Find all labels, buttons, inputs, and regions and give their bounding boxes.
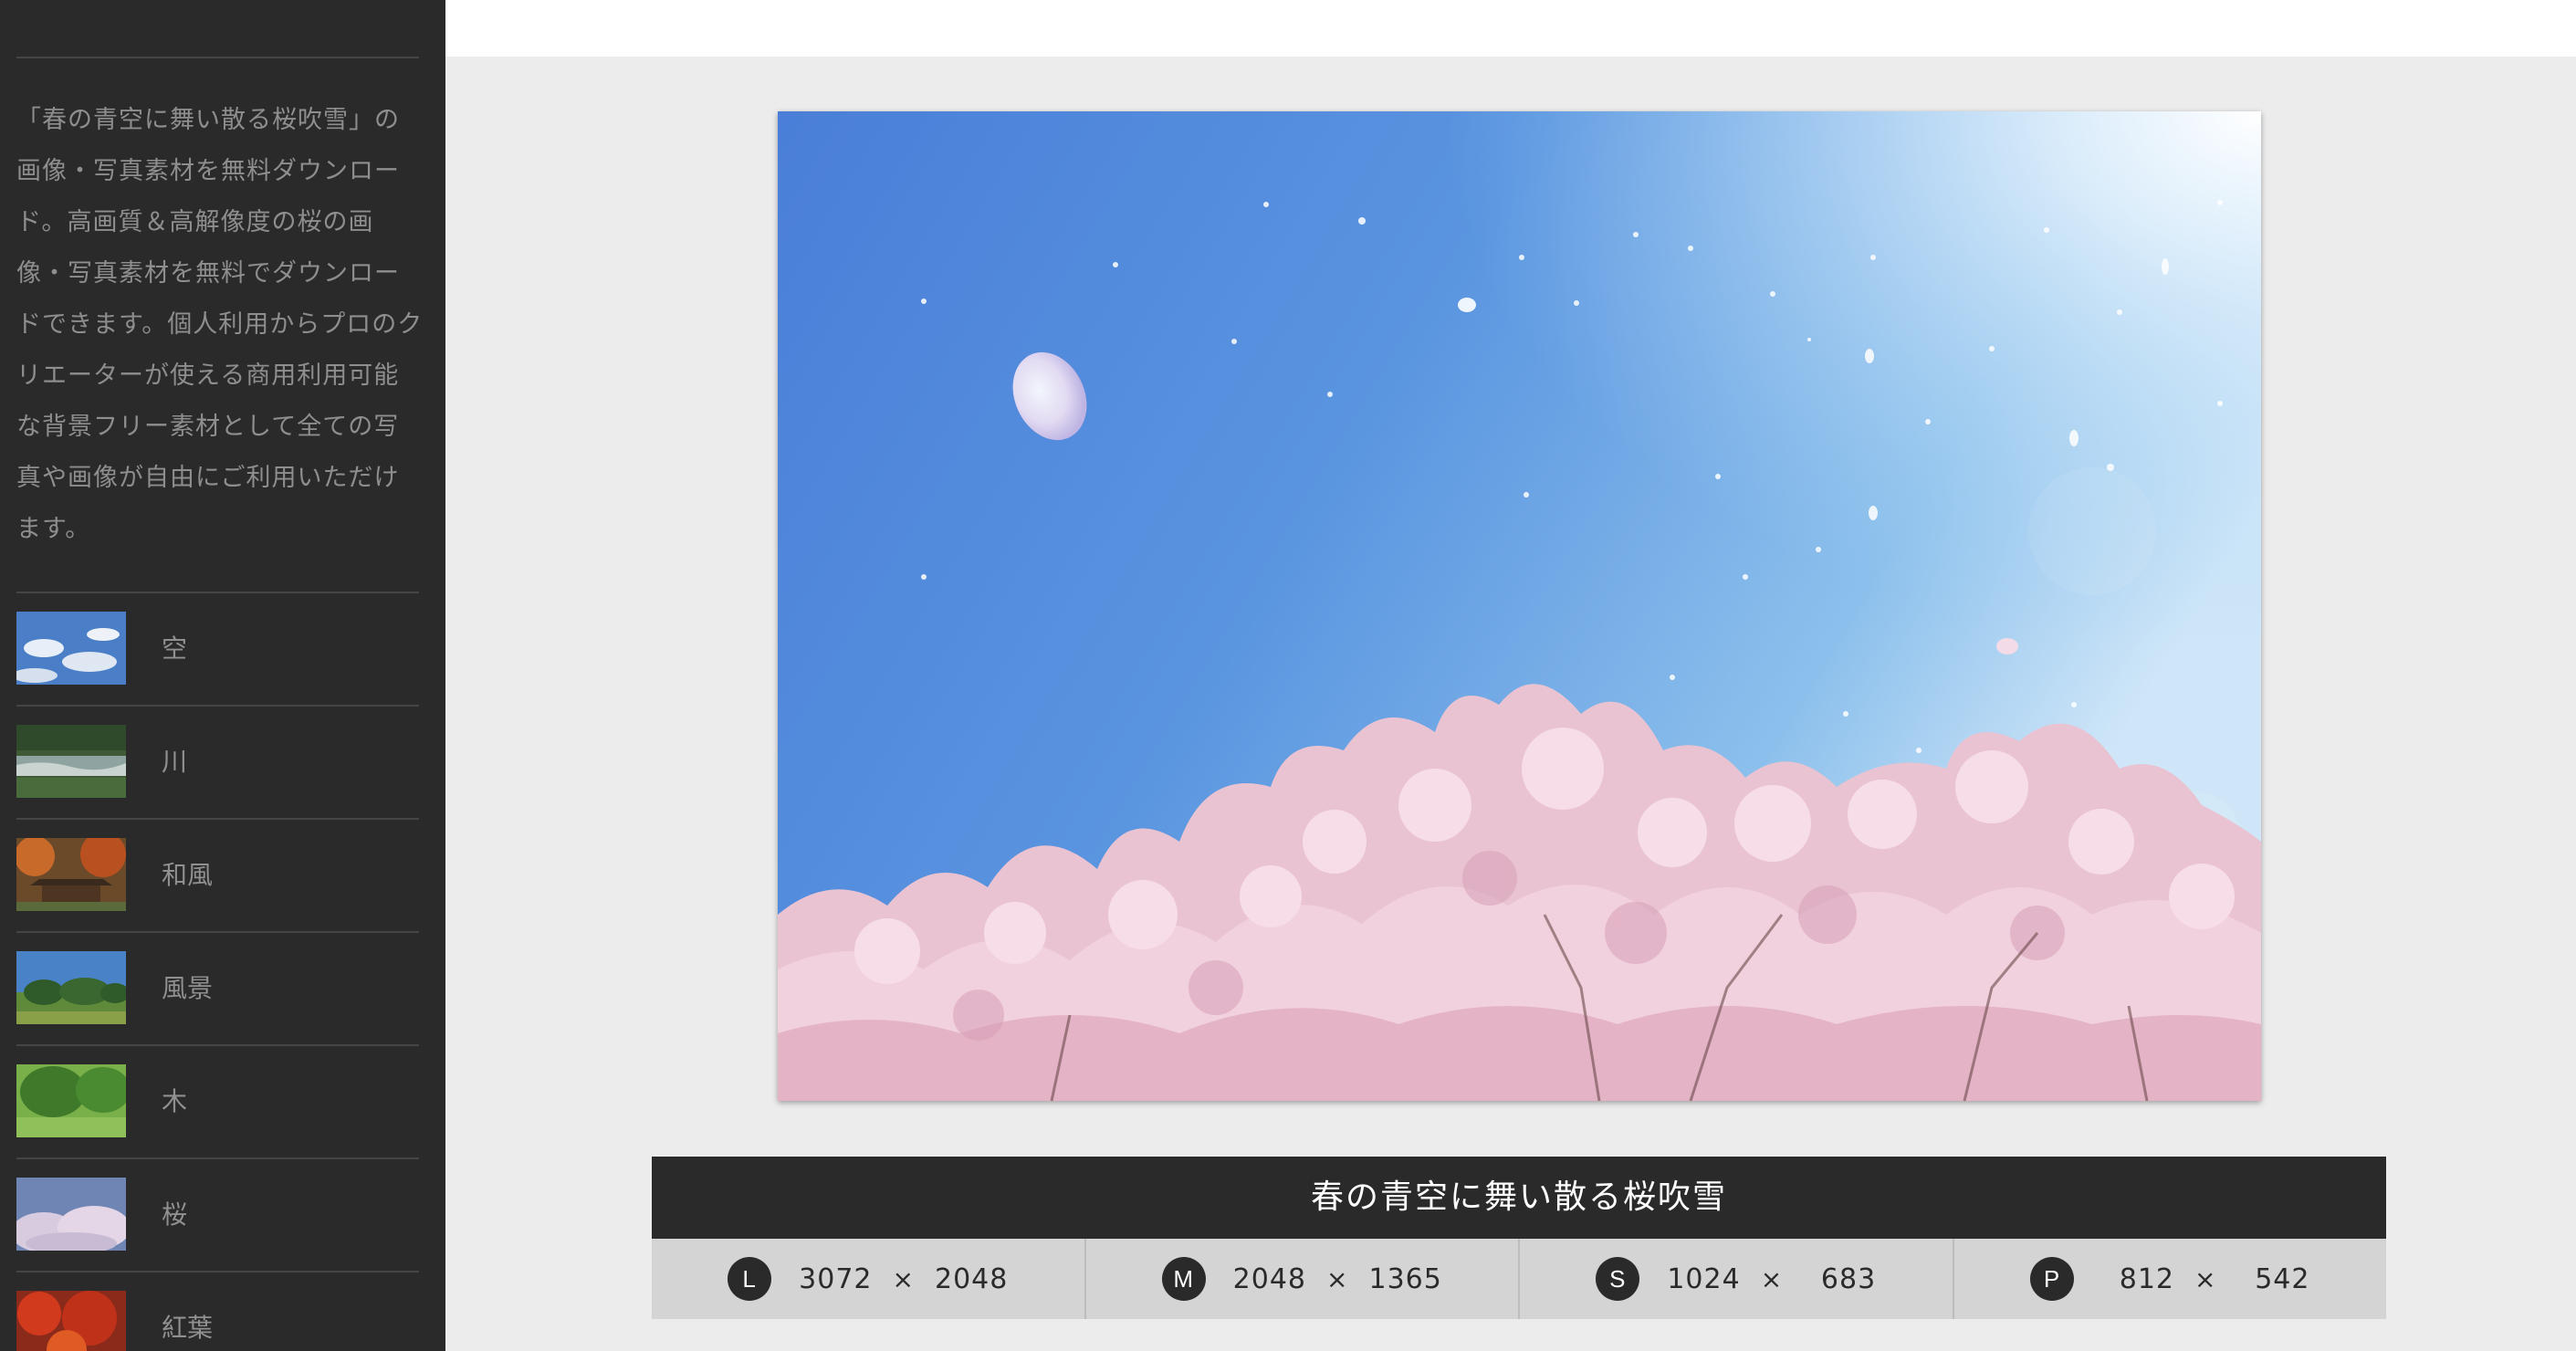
- size-badge-s: S: [1596, 1257, 1640, 1301]
- sidebar: 「春の青空に舞い散る桜吹雪」の画像・写真素材を無料ダウンロード。高画質＆高解像度…: [0, 0, 445, 1351]
- category-label: 桜: [162, 1199, 188, 1230]
- landscape-thumbnail: [16, 951, 126, 1024]
- sky-thumbnail: [16, 612, 126, 685]
- download-size-small[interactable]: S 1024 × 683: [1520, 1239, 1954, 1319]
- cherry-blossom-thumbnail: [16, 1178, 126, 1251]
- autumn-leaves-thumbnail: [16, 1291, 126, 1351]
- category-label: 紅葉: [162, 1313, 214, 1343]
- size-width: 2048: [1232, 1262, 1307, 1295]
- size-width: 1024: [1667, 1262, 1741, 1295]
- top-bar: [445, 0, 2576, 57]
- size-badge-m: M: [1161, 1257, 1206, 1301]
- category-label: 空: [162, 634, 188, 664]
- size-width: 3072: [799, 1262, 873, 1295]
- times-symbol: ×: [892, 1263, 915, 1294]
- size-height: 1365: [1368, 1262, 1442, 1295]
- cherry-blossom-photo: [778, 111, 2261, 1101]
- times-symbol: ×: [1326, 1263, 1349, 1294]
- category-label: 風景: [162, 973, 214, 1003]
- size-height: 2048: [934, 1262, 1009, 1295]
- category-item-landscape[interactable]: 風景: [16, 933, 419, 1046]
- category-item-japanese-style[interactable]: 和風: [16, 820, 419, 933]
- download-size-medium[interactable]: M 2048 × 1365: [1086, 1239, 1520, 1319]
- category-list: 空 川 和風 風景 木 桜 紅葉: [16, 593, 419, 1351]
- download-size-preview[interactable]: P 812 × 542: [1954, 1239, 2387, 1319]
- image-title: 春の青空に舞い散る桜吹雪: [652, 1157, 2386, 1239]
- size-height: 542: [2255, 1262, 2310, 1295]
- sidebar-description: 「春の青空に舞い散る桜吹雪」の画像・写真素材を無料ダウンロード。高画質＆高解像度…: [16, 106, 424, 543]
- sidebar-top-divider: [16, 57, 419, 58]
- category-item-sky[interactable]: 空: [16, 593, 419, 707]
- times-symbol: ×: [1760, 1263, 1784, 1294]
- category-item-river[interactable]: 川: [16, 707, 419, 820]
- category-label: 和風: [162, 860, 214, 890]
- size-height: 683: [1820, 1262, 1877, 1295]
- category-label: 川: [162, 747, 188, 777]
- size-width: 812: [2119, 1262, 2175, 1295]
- category-item-tree[interactable]: 木: [16, 1046, 419, 1159]
- size-badge-p: P: [2030, 1257, 2075, 1301]
- river-thumbnail: [16, 725, 126, 798]
- download-size-large[interactable]: L 3072 × 2048: [652, 1239, 1086, 1319]
- japanese-style-thumbnail: [16, 838, 126, 911]
- category-item-autumn-leaves[interactable]: 紅葉: [16, 1272, 419, 1351]
- main-photo[interactable]: [778, 111, 2261, 1101]
- category-label: 木: [162, 1086, 188, 1116]
- tree-thumbnail: [16, 1064, 126, 1137]
- image-info-panel: 春の青空に舞い散る桜吹雪 L 3072 × 2048 M 2048 × 1365…: [652, 1157, 2386, 1319]
- size-badge-l: L: [728, 1257, 772, 1301]
- times-symbol: ×: [2194, 1263, 2217, 1294]
- category-item-cherry-blossom[interactable]: 桜: [16, 1159, 419, 1272]
- download-sizes: L 3072 × 2048 M 2048 × 1365 S 1024 × 683…: [652, 1239, 2386, 1319]
